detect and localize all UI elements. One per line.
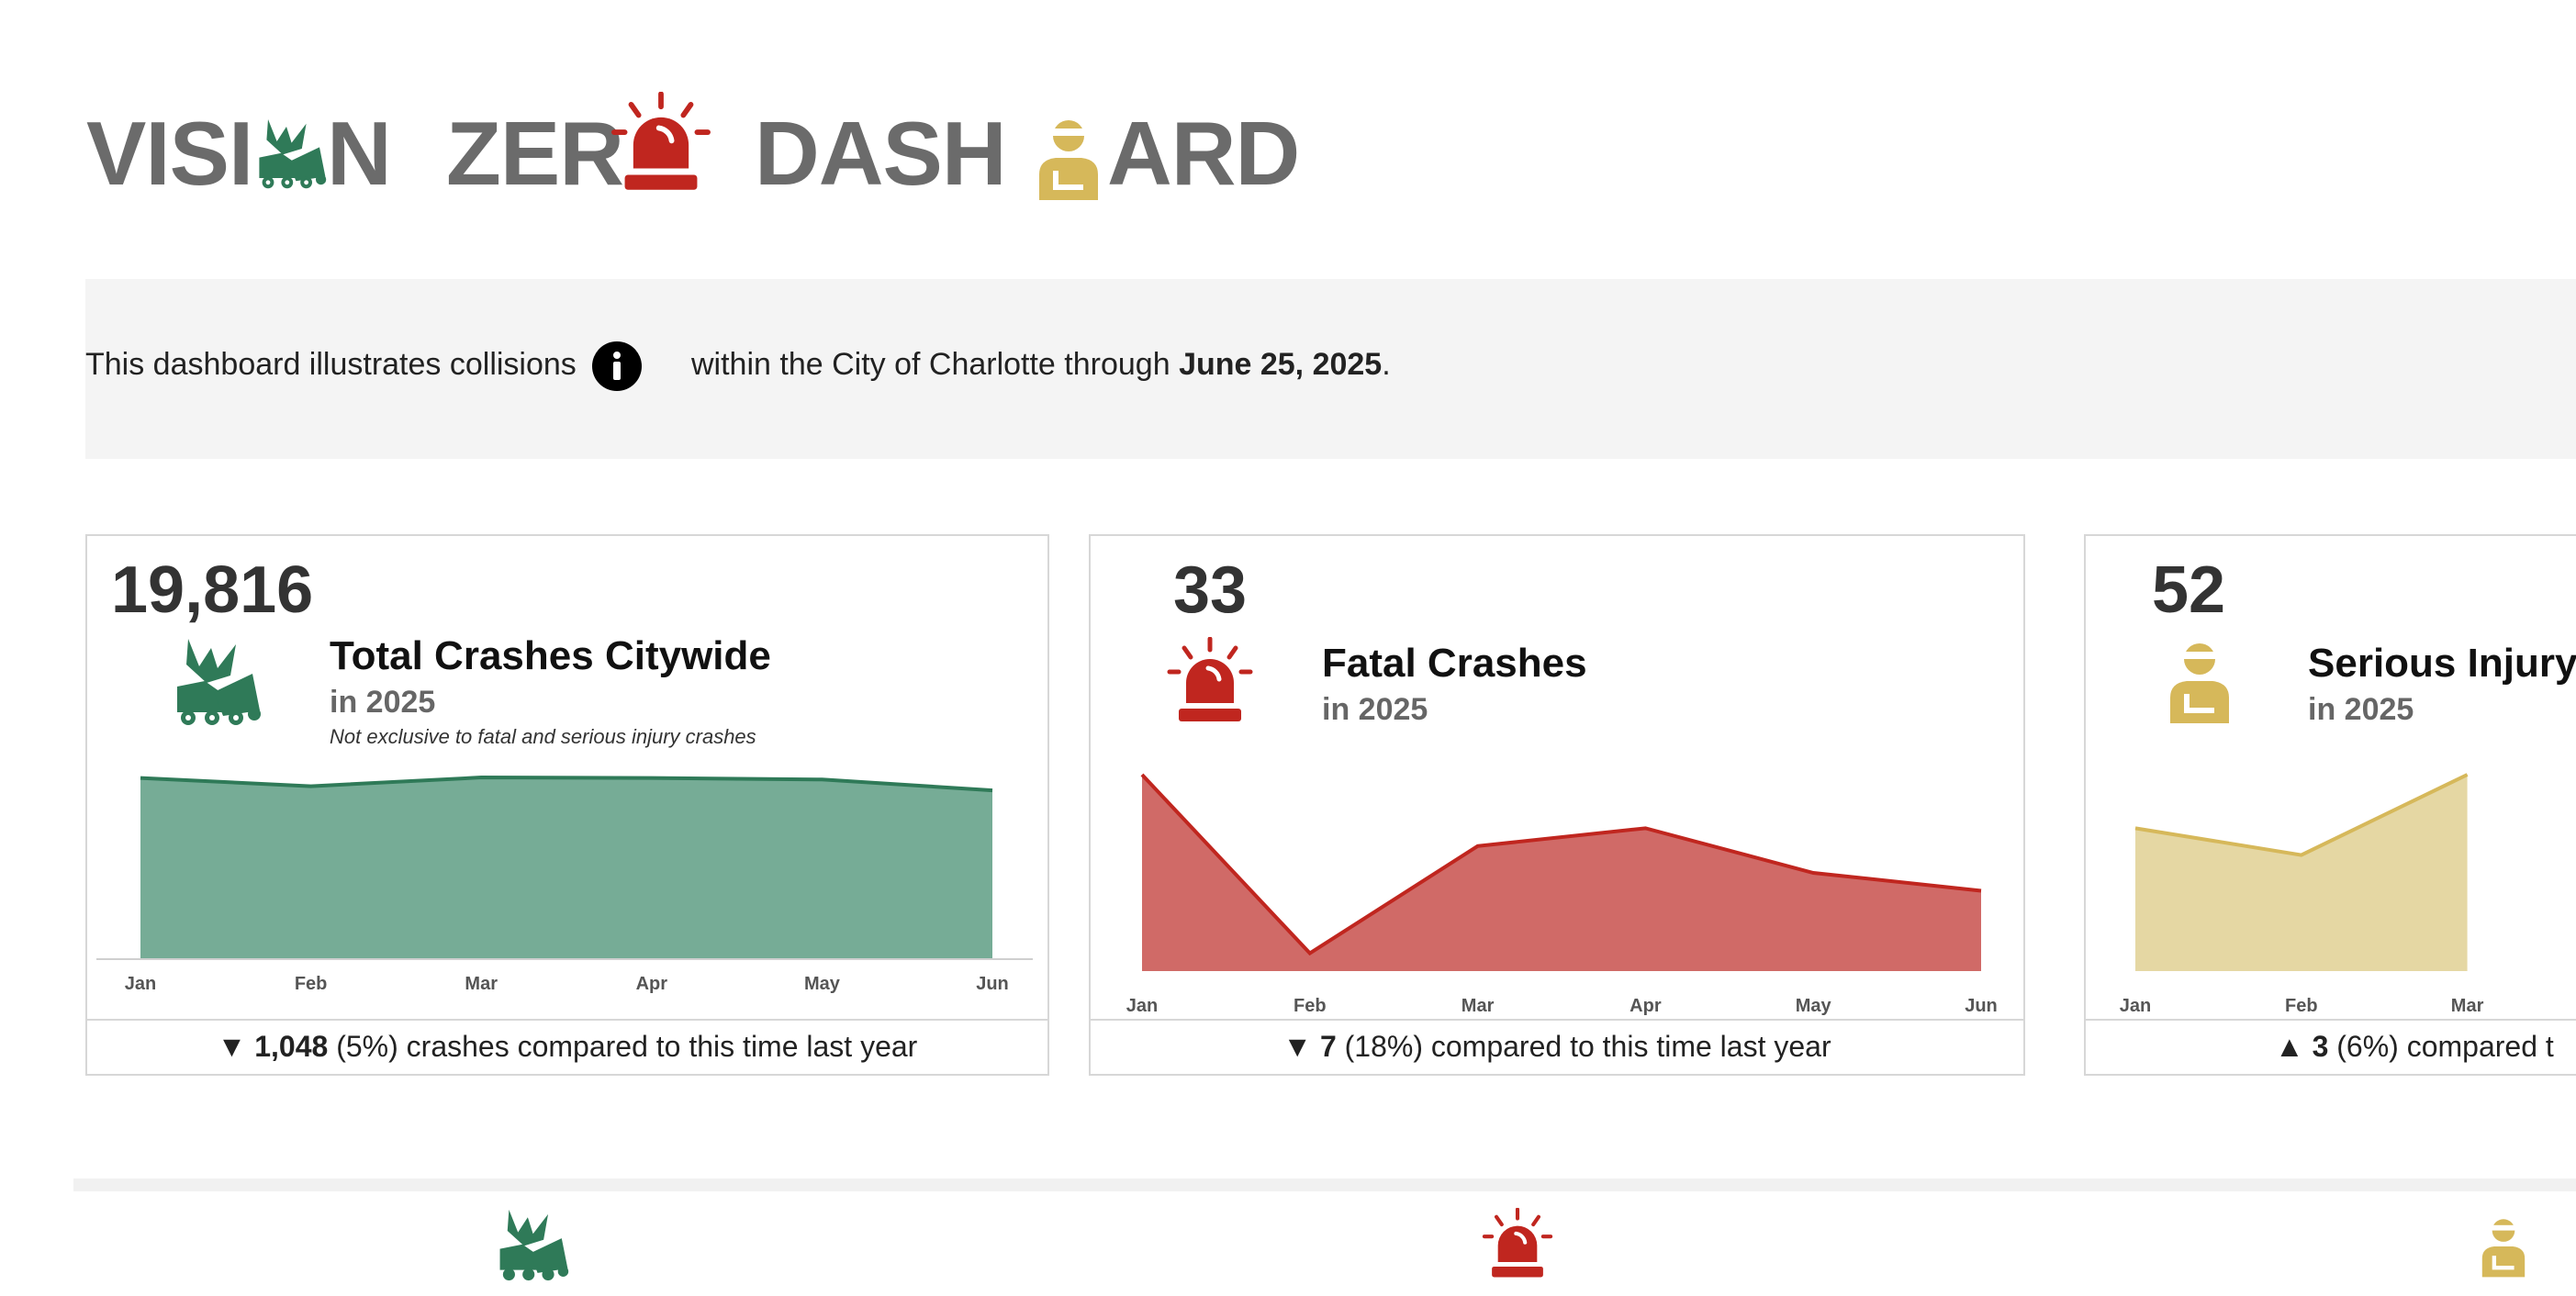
banner-text-city: within the City of Charlotte through xyxy=(691,347,1180,382)
fatal-crashes-card[interactable]: 33 Fatal Crashes in 2025 Jan Feb Mar Apr May… xyxy=(1089,534,2025,1076)
card-title: Total Crashes Citywide xyxy=(330,633,771,678)
injured-person-icon xyxy=(2163,639,2236,728)
x-tick-label: May xyxy=(804,974,841,994)
injured-person-icon xyxy=(1032,116,1105,205)
banner-text-start: This dashboard illustrates collisions xyxy=(85,347,577,382)
card-subtitle: in 2025 xyxy=(2308,692,2414,727)
fatal-crashes-chart: Jan Feb Mar Apr May Jun xyxy=(1126,773,1998,1016)
serious-injury-value: 52 xyxy=(2152,553,2226,627)
footer-number: 3 xyxy=(2312,1030,2329,1063)
x-tick-label: Feb xyxy=(295,974,328,994)
series-area xyxy=(140,777,992,958)
card-title: Serious Injury xyxy=(2308,641,2576,686)
car-crash-icon xyxy=(494,1210,569,1290)
footer-pct: (6%) xyxy=(2336,1030,2399,1063)
footer-text: compared to this time last year xyxy=(1430,1030,1831,1063)
card-title: Fatal Crashes xyxy=(1322,641,1587,686)
title-word-vision-start: VISI xyxy=(86,103,253,204)
down-arrow-icon: ▼ xyxy=(217,1030,247,1063)
total-crashes-card[interactable]: 19,816 Total Crashes Citywide in 2025 No… xyxy=(85,534,1049,1076)
card-subtitle: in 2025 xyxy=(1322,692,1428,727)
info-banner: This dashboard illustrates collisions wi… xyxy=(85,279,2576,459)
title-word-vision-end: N xyxy=(327,103,392,204)
title-word-dashboard-start: DASH xyxy=(755,103,1007,204)
footer-number: 1,048 xyxy=(254,1030,329,1063)
siren-icon xyxy=(1164,636,1256,733)
serious-injury-chart: JanFebMarAprMayJun xyxy=(2120,773,2484,1016)
footer-number: 7 xyxy=(1319,1030,1337,1063)
banner-text-end: within the City of Charlotte through Jun… xyxy=(691,347,1391,383)
footer-pct: (5%) xyxy=(336,1030,398,1063)
x-tick-label: Apr xyxy=(1630,996,1662,1016)
banner-period: . xyxy=(1382,347,1391,382)
card-footer: ▲ 3 (6%) compared t xyxy=(2086,1019,2576,1074)
card-subtitle: in 2025 xyxy=(330,685,436,720)
series-area xyxy=(2135,775,2468,971)
footer-text: crashes compared to this time last year xyxy=(406,1030,918,1063)
x-tick-label: Jan xyxy=(125,974,156,994)
card-note: Not exclusive to fatal and serious injur… xyxy=(330,725,756,748)
x-tick-label: Jun xyxy=(1965,996,1998,1016)
title-word-dashboard-end: ARD xyxy=(1107,103,1300,204)
x-tick-label: Feb xyxy=(2285,996,2318,1016)
x-tick-label: Mar xyxy=(2451,996,2484,1016)
x-tick-label: Feb xyxy=(1294,996,1327,1016)
series-area xyxy=(1142,775,1981,971)
injured-person-icon xyxy=(2477,1208,2530,1290)
x-tick-label: May xyxy=(1796,996,1832,1016)
car-crash-icon xyxy=(170,639,262,735)
x-tick-label: Jan xyxy=(2120,996,2151,1016)
banner-date: June 25, 2025 xyxy=(1179,347,1383,382)
title-word-zero: ZER xyxy=(446,103,624,204)
x-tick-label: Jan xyxy=(1126,996,1158,1016)
section-divider xyxy=(73,1179,2576,1191)
total-crashes-value: 19,816 xyxy=(111,553,314,627)
x-tick-label: Jun xyxy=(976,974,1009,994)
footer-text: compared t xyxy=(2406,1030,2554,1063)
x-tick-label: Mar xyxy=(465,974,498,994)
footer-pct: (18%) xyxy=(1344,1030,1423,1063)
x-tick-label: Apr xyxy=(636,974,668,994)
info-icon[interactable] xyxy=(592,341,642,391)
total-crashes-chart: Jan Feb Mar Apr May Jun xyxy=(96,776,1033,994)
x-tick-label: Mar xyxy=(1462,996,1495,1016)
card-footer: ▼ 1,048 (5%) crashes compared to this ti… xyxy=(87,1019,1047,1074)
down-arrow-icon: ▼ xyxy=(1282,1030,1313,1063)
siren-icon xyxy=(1480,1207,1555,1288)
fatal-crashes-value: 33 xyxy=(1173,553,1248,627)
siren-icon xyxy=(608,91,714,203)
car-crash-icon xyxy=(253,119,327,197)
card-footer: ▼ 7 (18%) compared to this time last yea… xyxy=(1091,1019,2023,1074)
serious-injury-card[interactable]: 52 Serious Injury in 2025 JanFebMarAprMa… xyxy=(2084,534,2576,1076)
up-arrow-icon: ▲ xyxy=(2275,1030,2304,1063)
